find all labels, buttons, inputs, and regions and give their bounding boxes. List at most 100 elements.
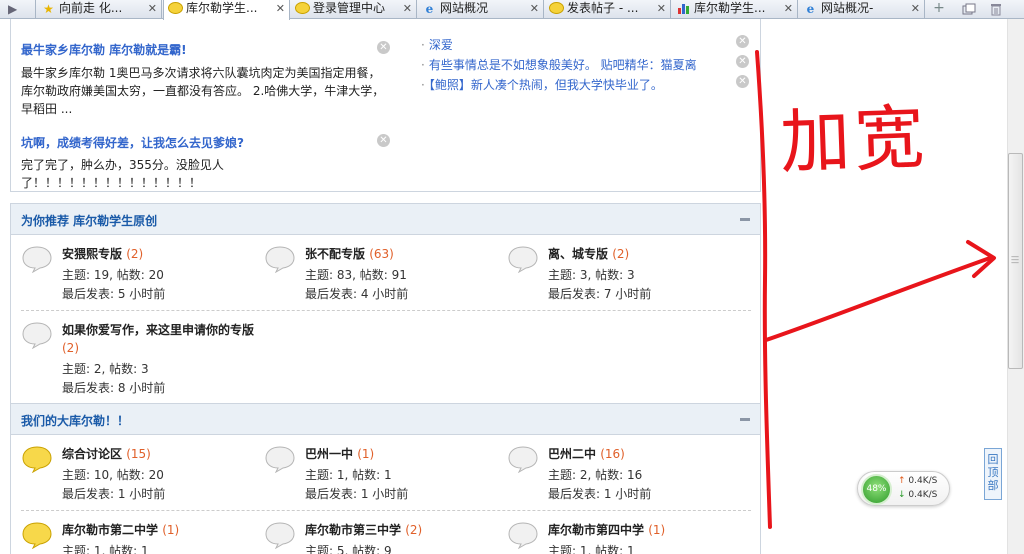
network-speed-widget[interactable]: 48% ↑ 0.4K/S ↓ 0.4K/S bbox=[857, 471, 950, 506]
forum-bubble-icon bbox=[508, 522, 538, 549]
section-title[interactable]: 我们的大库尔勒！！ bbox=[21, 412, 129, 429]
restore-tab-icon[interactable] bbox=[958, 0, 980, 19]
forum-item[interactable]: 库尔勒市第四中学 (1) 主题: 1, 帖数: 1 bbox=[507, 521, 747, 554]
back-to-top-button[interactable]: 回顶部 bbox=[984, 448, 1002, 500]
back-to-top-label: 回顶部 bbox=[987, 453, 999, 492]
section-header: 为你推荐 库尔勒学生原创 bbox=[10, 203, 761, 235]
close-icon[interactable]: ✕ bbox=[377, 134, 390, 147]
trash-icon[interactable] bbox=[985, 0, 1007, 19]
forum-name[interactable]: 巴州二中 (16) bbox=[548, 445, 743, 463]
tab-label: 库尔勒学生... bbox=[694, 1, 766, 15]
tab-label: 登录管理中心 bbox=[313, 1, 386, 15]
speed-percent: 48% bbox=[861, 474, 892, 505]
forum-item[interactable]: 综合讨论区 (15) 主题: 10, 帖数: 20 最后发表: 1 小时前 bbox=[21, 445, 261, 505]
tab-label: 网站概况- bbox=[821, 1, 874, 15]
forum-last-post: 最后发表: 1 小时前 bbox=[305, 487, 409, 501]
forum-bubble-icon bbox=[265, 446, 295, 473]
side-link[interactable]: · 深爱 bbox=[421, 36, 453, 53]
forum-name[interactable]: 张不配专版 (63) bbox=[305, 245, 500, 263]
forum-name[interactable]: 库尔勒市第四中学 (1) bbox=[548, 521, 743, 539]
forum-topics: 主题: 1, 帖数: 1 bbox=[305, 468, 392, 482]
tab-label: 网站概况 bbox=[440, 1, 489, 15]
announcement-title[interactable]: 最牛家乡库尔勒 库尔勒就是霸! bbox=[21, 41, 187, 58]
tab-3[interactable]: e 网站概况 ✕ bbox=[418, 0, 544, 19]
close-icon[interactable]: ✕ bbox=[377, 41, 390, 54]
forum-name[interactable]: 如果你爱写作，来这里申请你的专版 (2) bbox=[62, 321, 262, 357]
forum-last-post: 最后发表: 1 小时前 bbox=[62, 487, 166, 501]
forum-item[interactable]: 张不配专版 (63) 主题: 83, 帖数: 91 最后发表: 4 小时前 bbox=[264, 245, 504, 305]
tab-label: 发表帖子 - ... bbox=[567, 1, 639, 15]
collapse-icon[interactable] bbox=[740, 218, 750, 221]
forum-topics: 主题: 1, 帖数: 1 bbox=[62, 544, 149, 554]
forum-bubble-new-icon bbox=[22, 446, 52, 473]
side-link[interactable]: · 【鲍照】新人凑个热闹，但我大学快毕业了。 bbox=[421, 76, 663, 93]
announcement-title[interactable]: 坑啊，成绩考得好差，让我怎么去见爹娘? bbox=[21, 134, 244, 151]
forum-bubble-icon bbox=[22, 246, 52, 273]
tab-4[interactable]: 发表帖子 - ... ✕ bbox=[545, 0, 671, 19]
close-icon[interactable]: ✕ bbox=[403, 0, 412, 17]
forum-item[interactable]: 如果你爱写作，来这里申请你的专版 (2) 主题: 2, 帖数: 3 最后发表: … bbox=[21, 321, 261, 401]
tab-label: 向前走 化... bbox=[59, 1, 123, 15]
side-link-text: 有些事情总是不如想象般美好。 贴吧精华：猫夏离 bbox=[428, 58, 697, 72]
section-title[interactable]: 为你推荐 库尔勒学生原创 bbox=[21, 212, 157, 229]
section-body: 综合讨论区 (15) 主题: 10, 帖数: 20 最后发表: 1 小时前 巴州… bbox=[10, 435, 761, 554]
star-icon: ★ bbox=[43, 2, 54, 16]
arrow-down-icon: ↓ bbox=[898, 490, 906, 500]
page-content: 最牛家乡库尔勒 库尔勒就是霸! ✕ 最牛家乡库尔勒 1奥巴马多次请求将六队囊坑肉… bbox=[10, 19, 761, 554]
forum-last-post: 最后发表: 8 小时前 bbox=[62, 381, 166, 395]
close-icon[interactable]: ✕ bbox=[276, 0, 285, 17]
forum-topics: 主题: 5, 帖数: 9 bbox=[305, 544, 392, 554]
forum-bubble-icon bbox=[549, 2, 564, 16]
arrow-up-icon: ↑ bbox=[898, 476, 906, 486]
close-icon[interactable]: ✕ bbox=[530, 0, 539, 17]
forum-topics: 主题: 3, 帖数: 3 bbox=[548, 268, 635, 282]
close-icon[interactable]: ✕ bbox=[784, 0, 793, 17]
forum-topics: 主题: 2, 帖数: 16 bbox=[548, 468, 643, 482]
forum-item[interactable]: 库尔勒市第三中学 (2) 主题: 5, 帖数: 9 bbox=[264, 521, 504, 554]
forum-item[interactable]: 巴州二中 (16) 主题: 2, 帖数: 16 最后发表: 1 小时前 bbox=[507, 445, 747, 505]
close-icon[interactable]: ✕ bbox=[736, 75, 749, 88]
forum-bubble-icon bbox=[168, 2, 183, 16]
tab-6[interactable]: e 网站概况- ✕ bbox=[799, 0, 925, 19]
upload-speed: ↑ 0.4K/S bbox=[898, 476, 938, 486]
annotation-arrow-head bbox=[966, 240, 996, 278]
annotation-text: 加宽 bbox=[778, 96, 930, 184]
close-icon[interactable]: ✕ bbox=[657, 0, 666, 17]
tab-label: 库尔勒学生... bbox=[186, 1, 258, 15]
tab-1[interactable]: 库尔勒学生... ✕ bbox=[163, 0, 290, 20]
forum-item[interactable]: 巴州一中 (1) 主题: 1, 帖数: 1 最后发表: 1 小时前 bbox=[264, 445, 504, 505]
forum-topics: 主题: 19, 帖数: 20 bbox=[62, 268, 164, 282]
forum-name[interactable]: 离、城专版 (2) bbox=[548, 245, 743, 263]
ie-icon: e bbox=[806, 2, 815, 16]
chart-icon bbox=[676, 2, 691, 16]
forum-last-post: 最后发表: 5 小时前 bbox=[62, 287, 166, 301]
tab-5[interactable]: 库尔勒学生... ✕ bbox=[672, 0, 798, 19]
forum-bubble-icon bbox=[508, 246, 538, 273]
side-link[interactable]: · 有些事情总是不如想象般美好。 贴吧精华：猫夏离 bbox=[421, 56, 697, 73]
close-icon[interactable]: ✕ bbox=[911, 0, 920, 17]
tab-0[interactable]: ★ 向前走 化... ✕ bbox=[37, 0, 162, 19]
forum-item[interactable]: 库尔勒市第二中学 (1) 主题: 1, 帖数: 1 bbox=[21, 521, 261, 554]
forum-name[interactable]: 巴州一中 (1) bbox=[305, 445, 500, 463]
forum-name[interactable]: 库尔勒市第二中学 (1) bbox=[62, 521, 257, 539]
close-icon[interactable]: ✕ bbox=[736, 55, 749, 68]
new-tab-button[interactable]: + bbox=[928, 0, 950, 19]
section-body: 安猥熙专版 (2) 主题: 19, 帖数: 20 最后发表: 5 小时前 张不配… bbox=[10, 235, 761, 403]
close-icon[interactable]: ✕ bbox=[148, 0, 157, 17]
close-icon[interactable]: ✕ bbox=[736, 35, 749, 48]
forum-item[interactable]: 离、城专版 (2) 主题: 3, 帖数: 3 最后发表: 7 小时前 bbox=[507, 245, 747, 305]
row-divider bbox=[21, 310, 751, 311]
forum-name[interactable]: 安猥熙专版 (2) bbox=[62, 245, 257, 263]
side-link-text: 【鲍照】新人凑个热闹，但我大学快毕业了。 bbox=[428, 78, 663, 92]
tab-list-button[interactable]: ▶ bbox=[0, 0, 36, 19]
forum-item[interactable]: 安猥熙专版 (2) 主题: 19, 帖数: 20 最后发表: 5 小时前 bbox=[21, 245, 261, 305]
forum-bubble-icon bbox=[508, 446, 538, 473]
tab-2[interactable]: 登录管理中心 ✕ bbox=[291, 0, 417, 19]
forum-bubble-icon bbox=[265, 522, 295, 549]
forum-name[interactable]: 库尔勒市第三中学 (2) bbox=[305, 521, 500, 539]
browser-tab-bar: ▶ ★ 向前走 化... ✕ 库尔勒学生... ✕ 登录管理中心 ✕ e 网站概… bbox=[0, 0, 1024, 20]
forum-bubble-new-icon bbox=[22, 522, 52, 549]
forum-name[interactable]: 综合讨论区 (15) bbox=[62, 445, 257, 463]
forum-last-post: 最后发表: 7 小时前 bbox=[548, 287, 652, 301]
collapse-icon[interactable] bbox=[740, 418, 750, 421]
